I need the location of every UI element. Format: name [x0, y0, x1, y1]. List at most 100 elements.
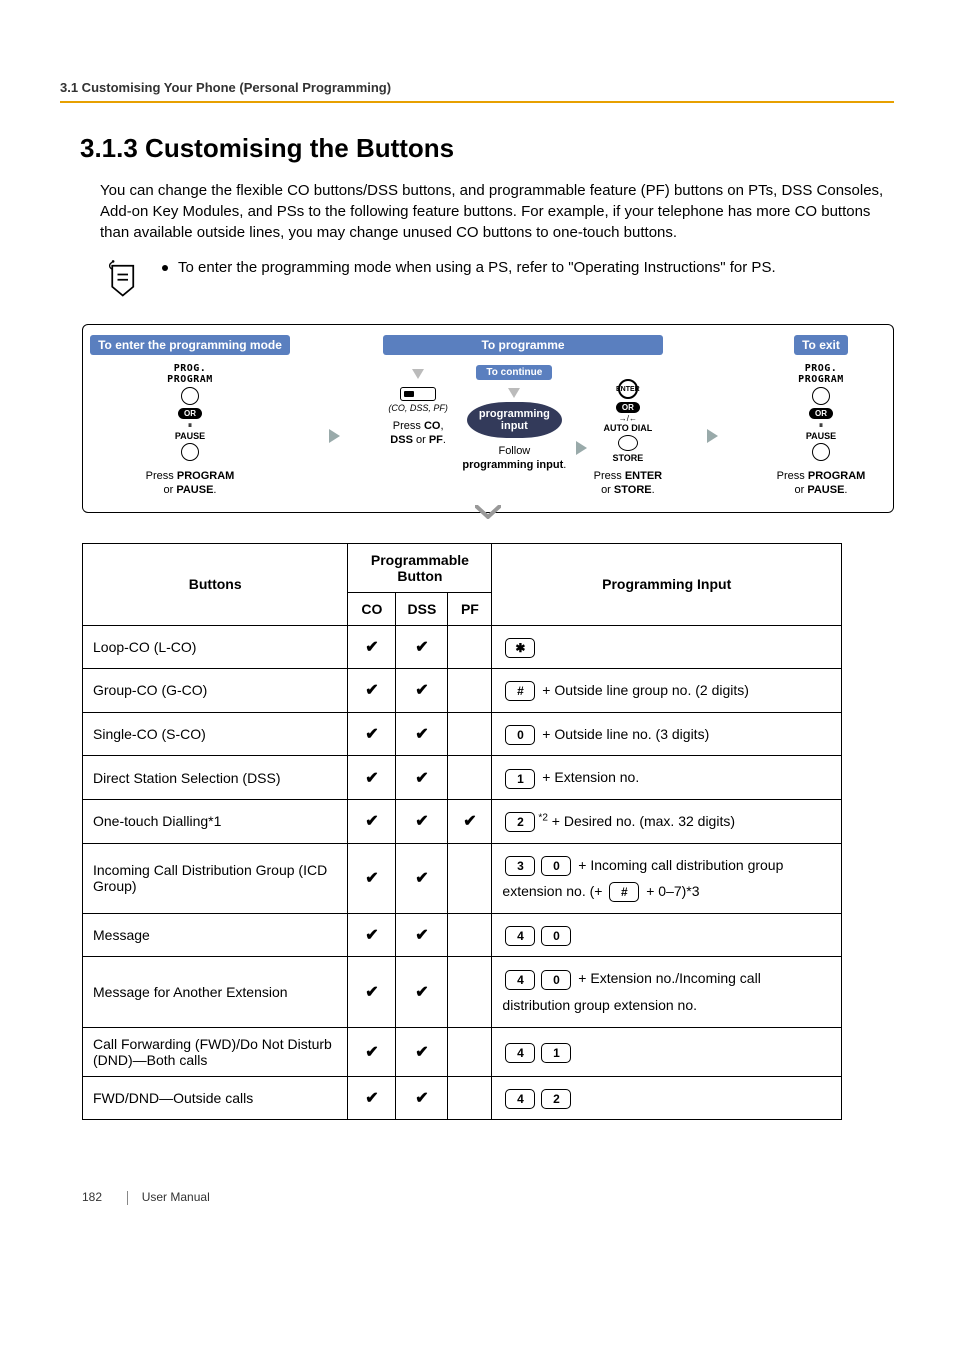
arrow-right-icon [707, 429, 718, 443]
arrow-right-icon [576, 441, 587, 455]
dss-cell: ✔ [396, 625, 448, 669]
check-icon: ✔ [415, 870, 428, 887]
check-icon: ✔ [415, 1044, 428, 1061]
pf-cell [448, 843, 492, 913]
button-name-cell: Direct Station Selection (DSS) [83, 756, 348, 800]
check-icon: ✔ [415, 682, 428, 699]
pf-cell [448, 1027, 492, 1076]
check-icon: ✔ [415, 813, 428, 830]
programming-input-cell: 40 + Extension no./Incoming call distrib… [492, 957, 842, 1027]
check-icon: ✔ [365, 813, 378, 830]
key-icon: 4 [505, 970, 535, 990]
dss-cell: ✔ [396, 799, 448, 843]
check-icon: ✔ [415, 984, 428, 1001]
flow-exit-header: To exit [794, 335, 848, 355]
programming-input-pill: programminginput [467, 402, 562, 438]
flow-continue-header: To continue [476, 365, 552, 380]
check-icon: ✔ [415, 639, 428, 656]
programming-input-cell: ✱ [492, 625, 842, 669]
programming-input-cell: 2*2 + Desired no. (max. 32 digits) [492, 799, 842, 843]
co-cell: ✔ [348, 913, 396, 957]
check-icon: ✔ [365, 984, 378, 1001]
check-icon: ✔ [365, 1090, 378, 1107]
flow-tail-icon [475, 505, 501, 524]
key-icon: 0 [505, 725, 535, 745]
check-icon: ✔ [415, 1090, 428, 1107]
key-icon: ✱ [505, 638, 535, 658]
th-co: CO [348, 592, 396, 625]
key-icon: 0 [541, 926, 571, 946]
table-row: Group-CO (G-CO)✔✔# + Outside line group … [83, 669, 842, 713]
pf-cell [448, 1076, 492, 1120]
check-icon: ✔ [365, 1044, 378, 1061]
page-number: 182 [82, 1190, 102, 1204]
dss-cell: ✔ [396, 669, 448, 713]
check-icon: ✔ [415, 927, 428, 944]
co-cell: ✔ [348, 625, 396, 669]
note-block: To enter the programming mode when using… [100, 257, 894, 304]
flow-co-caption: Press CO,DSS or PF. [390, 419, 446, 448]
flow-follow-caption: Followprogramming input. [462, 444, 566, 473]
pf-cell [448, 712, 492, 756]
or-badge: OR [178, 408, 202, 419]
program-button-icon [181, 387, 199, 405]
th-programmable: Programmable Button [348, 543, 492, 592]
flow-prog-header: To programme [383, 335, 663, 355]
check-icon: ✔ [463, 813, 476, 830]
check-icon: ✔ [415, 770, 428, 787]
check-icon: ✔ [365, 682, 378, 699]
key-icon: 4 [505, 1089, 535, 1109]
flow-enter-caption: Press PROGRAMor PAUSE. [146, 469, 235, 498]
note-text: To enter the programming mode when using… [162, 257, 894, 278]
program-button-icon [812, 387, 830, 405]
pause-button-icon [181, 443, 199, 461]
co-cell: ✔ [348, 843, 396, 913]
arrow-right-icon [329, 429, 340, 443]
bullet-icon [162, 265, 168, 271]
key-icon: 0 [541, 970, 571, 990]
programming-input-cell: 41 [492, 1027, 842, 1076]
dss-cell: ✔ [396, 712, 448, 756]
co-cell: ✔ [348, 1027, 396, 1076]
table-row: One-touch Dialling*1✔✔✔2*2 + Desired no.… [83, 799, 842, 843]
intro-paragraph: You can change the flexible CO buttons/D… [100, 180, 894, 243]
table-row: Call Forwarding (FWD)/Do Not Disturb (DN… [83, 1027, 842, 1076]
dss-cell: ✔ [396, 1076, 448, 1120]
check-icon: ✔ [365, 770, 378, 787]
note-icon [100, 257, 142, 304]
flow-exit-caption: Press PROGRAMor PAUSE. [777, 469, 866, 498]
co-cell: ✔ [348, 756, 396, 800]
co-cell: ✔ [348, 957, 396, 1027]
check-icon: ✔ [365, 726, 378, 743]
key-icon: 2 [541, 1089, 571, 1109]
programming-input-cell: 30 + Incoming call distribution group ex… [492, 843, 842, 913]
programming-table: Buttons Programmable Button Programming … [82, 543, 842, 1121]
enter-button-icon: ENTER [618, 379, 638, 399]
co-cell: ✔ [348, 799, 396, 843]
co-cell: ✔ [348, 669, 396, 713]
programming-input-cell: 0 + Outside line no. (3 digits) [492, 712, 842, 756]
button-name-cell: FWD/DND—Outside calls [83, 1076, 348, 1120]
page-footer: 182 User Manual [60, 1190, 894, 1205]
co-button-icon [400, 387, 436, 401]
dss-cell: ✔ [396, 1027, 448, 1076]
table-row: Message✔✔40 [83, 913, 842, 957]
flow-diagram: To enter the programming mode PROG.PROGR… [82, 324, 894, 513]
pf-cell [448, 669, 492, 713]
dss-cell: ✔ [396, 843, 448, 913]
table-row: Loop-CO (L-CO)✔✔✱ [83, 625, 842, 669]
key-icon: 1 [505, 769, 535, 789]
co-cell: ✔ [348, 1076, 396, 1120]
key-icon: 1 [541, 1043, 571, 1063]
store-button-icon [618, 435, 638, 451]
key-icon: 4 [505, 926, 535, 946]
dss-cell: ✔ [396, 957, 448, 1027]
table-row: Message for Another Extension✔✔40 + Exte… [83, 957, 842, 1027]
button-name-cell: Single-CO (S-CO) [83, 712, 348, 756]
check-icon: ✔ [415, 726, 428, 743]
footer-title: User Manual [142, 1190, 210, 1204]
key-icon: 4 [505, 1043, 535, 1063]
co-cell: ✔ [348, 712, 396, 756]
breadcrumb: 3.1 Customising Your Phone (Personal Pro… [60, 80, 894, 103]
key-icon: # [609, 882, 639, 902]
